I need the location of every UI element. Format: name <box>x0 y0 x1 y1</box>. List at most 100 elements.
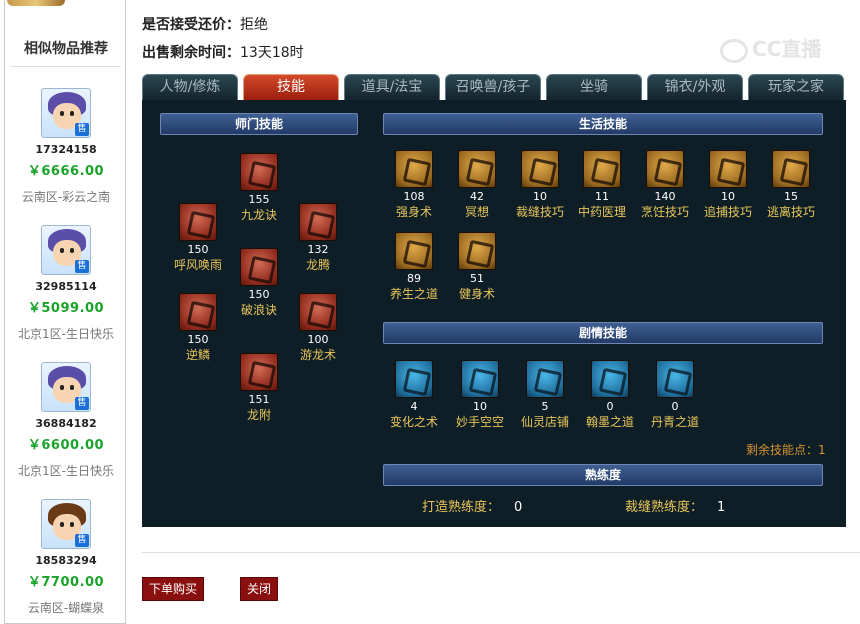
tab-items[interactable]: 道具/法宝 <box>344 74 440 100</box>
school-skill[interactable]: 150 破浪诀 <box>229 248 289 318</box>
story-skill[interactable]: 5 仙灵店铺 <box>515 360 575 430</box>
item-id: 18583294 <box>35 554 97 567</box>
skill-icon <box>179 293 217 331</box>
avatar[interactable]: 售 <box>41 225 91 275</box>
sale-badge: 售 <box>75 260 89 273</box>
tab-bar: 人物/修炼 技能 道具/法宝 召唤兽/孩子 坐骑 锦衣/外观 玩家之家 <box>142 74 846 100</box>
skill-level: 4 <box>410 400 418 413</box>
skill-icon <box>526 360 564 398</box>
life-skill[interactable]: 108 强身术 <box>384 150 444 220</box>
skill-name: 中药医理 <box>577 205 626 219</box>
item-price: ￥5099.00 <box>27 301 105 316</box>
skill-icon <box>395 360 433 398</box>
sew-proficiency-value: 1 <box>717 500 726 515</box>
skill-name: 丹青之道 <box>650 415 699 429</box>
life-skills-header: 生活技能 <box>383 113 823 135</box>
skill-icon <box>395 232 433 270</box>
skill-name: 健身术 <box>458 287 495 301</box>
skill-name: 龙附 <box>246 408 271 422</box>
skill-name: 冥想 <box>464 205 489 219</box>
close-button[interactable]: 关闭 <box>240 577 278 601</box>
skill-level: 150 <box>187 333 209 346</box>
remaining-skill-points: 剩余技能点：1 <box>746 443 826 457</box>
skill-icon <box>179 203 217 241</box>
skill-level: 151 <box>248 393 270 406</box>
recommend-item[interactable]: 售 17324158 ￥6666.00 云南区-彩云之南 <box>5 88 127 205</box>
skill-icon <box>591 360 629 398</box>
forge-proficiency-value: 0 <box>514 500 523 515</box>
skill-level: 10 <box>473 400 487 413</box>
skill-name: 呼风唤雨 <box>173 258 222 272</box>
school-skills-header: 师门技能 <box>160 113 358 135</box>
school-skill[interactable]: 100 游龙术 <box>288 293 348 363</box>
skill-icon <box>772 150 810 188</box>
skill-level: 150 <box>248 288 270 301</box>
story-skill[interactable]: 10 妙手空空 <box>450 360 510 430</box>
time-left-line: 出售剩余时间：13天18时 <box>142 42 304 62</box>
life-skill[interactable]: 10 裁缝技巧 <box>510 150 570 220</box>
sidebar-title: 相似物品推荐 <box>24 41 108 57</box>
buy-button[interactable]: 下单购买 <box>142 577 204 601</box>
life-skill[interactable]: 42 冥想 <box>447 150 507 220</box>
life-skill[interactable]: 51 健身术 <box>447 232 507 302</box>
bargain-value: 拒绝 <box>240 17 268 33</box>
time-left-value: 13天18时 <box>240 45 304 61</box>
skill-level: 89 <box>407 272 421 285</box>
skill-name: 追捕技巧 <box>703 205 752 219</box>
cc-logo-icon <box>720 38 748 63</box>
sew-proficiency-label: 裁缝熟练度： <box>625 500 704 515</box>
tab-pets[interactable]: 召唤兽/孩子 <box>445 74 541 100</box>
item-id: 17324158 <box>35 143 97 156</box>
life-skill[interactable]: 11 中药医理 <box>572 150 632 220</box>
skill-icon <box>395 150 433 188</box>
recommend-item[interactable]: 售 32985114 ￥5099.00 北京1区-生日快乐 <box>5 225 127 342</box>
skill-icon <box>299 203 337 241</box>
tab-mounts[interactable]: 坐骑 <box>546 74 642 100</box>
bargain-label: 是否接受还价： <box>142 17 240 33</box>
school-skill[interactable]: 155 九龙诀 <box>229 153 289 223</box>
recommend-item[interactable]: 售 36884182 ￥6600.00 北京1区-生日快乐 <box>5 362 127 479</box>
life-skill[interactable]: 89 养生之道 <box>384 232 444 302</box>
sale-badge: 售 <box>75 123 89 136</box>
skill-icon <box>521 150 559 188</box>
forge-proficiency-label: 打造熟练度： <box>422 500 501 515</box>
story-skill[interactable]: 0 翰墨之道 <box>580 360 640 430</box>
skill-level: 132 <box>307 243 329 256</box>
tab-outfits[interactable]: 锦衣/外观 <box>647 74 743 100</box>
skill-icon <box>656 360 694 398</box>
item-price: ￥7700.00 <box>27 575 105 590</box>
skill-name: 翰墨之道 <box>585 415 634 429</box>
story-skill[interactable]: 0 丹青之道 <box>645 360 705 430</box>
story-skill[interactable]: 4 变化之术 <box>384 360 444 430</box>
forge-proficiency: 打造熟练度： 0 <box>422 496 522 515</box>
skill-level: 100 <box>307 333 329 346</box>
skill-name: 逆鳞 <box>185 348 210 362</box>
skill-name: 强身术 <box>395 205 432 219</box>
item-server: 北京1区-生日快乐 <box>18 464 114 478</box>
item-price: ￥6666.00 <box>27 164 105 179</box>
tab-home[interactable]: 玩家之家 <box>748 74 844 100</box>
bargain-line: 是否接受还价：拒绝 <box>142 14 268 34</box>
school-skill[interactable]: 150 呼风唤雨 <box>168 203 228 273</box>
avatar[interactable]: 售 <box>41 88 91 138</box>
school-skill[interactable]: 150 逆鳞 <box>168 293 228 363</box>
skill-name: 变化之术 <box>389 415 438 429</box>
skill-level: 0 <box>671 400 679 413</box>
skill-level: 15 <box>784 190 798 203</box>
avatar[interactable]: 售 <box>41 362 91 412</box>
tab-skills[interactable]: 技能 <box>243 74 339 100</box>
school-skill[interactable]: 132 龙腾 <box>288 203 348 273</box>
sidebar-divider <box>11 66 121 67</box>
life-skill[interactable]: 10 追捕技巧 <box>698 150 758 220</box>
skill-name: 龙腾 <box>305 258 330 272</box>
life-skill[interactable]: 140 烹饪技巧 <box>635 150 695 220</box>
avatar[interactable]: 售 <box>41 499 91 549</box>
life-skill[interactable]: 15 逃离技巧 <box>761 150 821 220</box>
item-server: 云南区-蝴蝶泉 <box>27 601 105 615</box>
school-skill[interactable]: 151 龙附 <box>229 353 289 423</box>
skill-name: 仙灵店铺 <box>520 415 569 429</box>
skill-name: 养生之道 <box>389 287 438 301</box>
skill-name: 九龙诀 <box>240 208 277 222</box>
recommend-item[interactable]: 售 18583294 ￥7700.00 云南区-蝴蝶泉 <box>5 499 127 616</box>
tab-character[interactable]: 人物/修炼 <box>142 74 238 100</box>
